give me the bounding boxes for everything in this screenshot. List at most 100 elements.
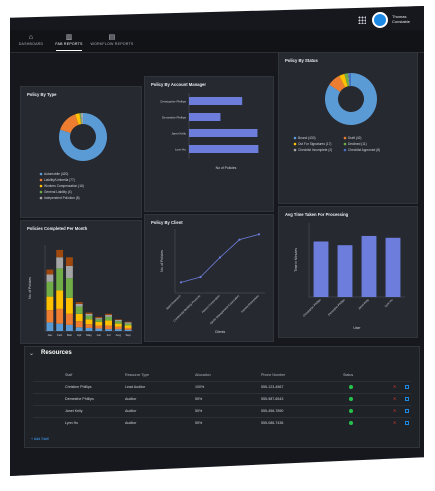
x-axis-label: Clients (215, 330, 226, 334)
delete-icon[interactable]: ✕ (393, 397, 396, 401)
table-icon: ▤ (108, 34, 116, 41)
table-cell: Janet Kelly (65, 409, 83, 413)
edit-icon[interactable] (405, 409, 409, 413)
bar-segment (95, 325, 103, 329)
bar (189, 113, 221, 121)
edit-icon[interactable] (405, 385, 409, 389)
category-label: Demesthe Phillips (162, 116, 187, 120)
legend-marker (39, 172, 43, 176)
bar-segment (75, 303, 83, 307)
chart-icon: ▥ (65, 34, 73, 41)
row-divider (33, 405, 411, 406)
col-status: Status (343, 373, 354, 377)
legend-label: Liability/Umbrella (77) (44, 178, 75, 182)
table-cell: 50% (195, 421, 203, 425)
delete-icon[interactable]: ✕ (393, 421, 396, 425)
bar-segment (105, 313, 112, 316)
bar-segment (66, 324, 73, 331)
y-axis-label: Time in Minutes (294, 248, 298, 272)
legend-marker (39, 196, 43, 200)
table-cell: Christine Phillips (65, 385, 92, 389)
nav-workflow-reports[interactable]: ▤ WORKFLOW REPORTS (90, 34, 134, 46)
bar-segment (56, 249, 64, 258)
edit-icon[interactable] (405, 421, 409, 425)
y-axis-label: No. of Policies (28, 277, 32, 299)
nav-fab-reports-label: FAB REPORTS (55, 42, 83, 46)
bar-segment (56, 323, 64, 331)
bar-segment (114, 321, 122, 324)
data-point (238, 238, 241, 241)
data-point (218, 256, 222, 259)
row-divider (33, 417, 411, 418)
bar-segment (114, 323, 122, 327)
bar-segment (75, 313, 83, 322)
policy-client-line-chart: Baird ResearchContinental Building Produ… (160, 229, 265, 334)
bar-segment (95, 319, 103, 322)
bar-segment (66, 278, 73, 298)
bar-segment (66, 257, 73, 266)
table-cell: 555-987-6543 (261, 397, 284, 401)
x-axis-label: User (353, 326, 361, 330)
bar-segment (85, 313, 93, 316)
table-cell: 555-456-7890 (261, 409, 284, 413)
bar-segment (75, 302, 83, 304)
user-avatar-icon[interactable] (372, 12, 388, 28)
bar-segment (46, 322, 54, 331)
category-label: Apr (77, 333, 82, 337)
card-policies-per-month: Policies Completed Per Month Jan Feb Mar Ap… (20, 220, 142, 344)
chevron-down-icon[interactable]: ⌄ (29, 350, 34, 357)
table-cell: Auditor (125, 397, 137, 401)
card-policy-by-type: Policy By Type Automobile (420) Liability… (20, 86, 142, 218)
bar-segment (114, 329, 122, 331)
user-name[interactable]: Thomas Constable (392, 14, 416, 24)
bar-segment (114, 326, 122, 330)
bar-segment (66, 297, 73, 314)
bar-segment (56, 290, 64, 309)
table-cell: 100% (195, 385, 205, 389)
bar-segment (114, 319, 122, 322)
bar-segment (114, 319, 122, 320)
app-window: Thomas Constable ⌂ DASHBOARD ▥ FAB REPOR… (10, 6, 424, 476)
legend-label: Out For Signatures (17) (298, 142, 331, 146)
row-divider (33, 381, 411, 382)
bar (313, 241, 329, 297)
status-active-icon (349, 385, 353, 389)
bar-segment (105, 320, 112, 326)
bar-segment (95, 318, 103, 320)
category-label: Sep (125, 333, 131, 337)
bar (361, 235, 377, 297)
col-phone: Phone Number (261, 373, 286, 377)
avg-time-bar-chart: Christopher Phillips Demesthe Phillips Jan… (294, 223, 405, 330)
apps-grid-icon[interactable] (358, 16, 366, 24)
category-label: Aug (116, 333, 122, 337)
policy-status-donut-chart: Bound (430) Draft (42) Out For Signatures … (293, 73, 380, 152)
bar (385, 237, 401, 297)
legend-label: Declined (11) (348, 142, 367, 146)
nav-dashboard[interactable]: ⌂ DASHBOARD (14, 34, 48, 46)
resources-title: Resources (41, 350, 72, 356)
category-label: Lynn Hu (175, 148, 186, 152)
nav-fab-reports[interactable]: ▥ FAB REPORTS (52, 34, 86, 51)
legend-label: Independent Pollution (8) (44, 196, 80, 200)
bar-segment (124, 325, 132, 328)
edit-icon[interactable] (405, 397, 409, 401)
home-icon: ⌂ (28, 34, 34, 41)
bar (189, 129, 258, 137)
delete-icon[interactable]: ✕ (393, 385, 396, 389)
table-cell: Lead Auditor (125, 385, 146, 389)
legend-label: Checklist Approved (8) (348, 148, 380, 152)
top-bar: Thomas Constable (10, 6, 424, 30)
category-label: May (86, 333, 92, 337)
legend-marker (39, 184, 43, 188)
bar-segment (75, 321, 83, 328)
data-point (179, 281, 183, 284)
bar-segment (85, 319, 93, 325)
legend-label: Bound (430) (298, 136, 316, 140)
delete-icon[interactable]: ✕ (393, 409, 396, 413)
legend-marker (39, 190, 43, 194)
category-label: Feb (57, 333, 63, 337)
add-staff-link[interactable]: + Add Staff (31, 437, 49, 441)
legend-marker (293, 148, 297, 152)
table-cell: 555-123-4567 (261, 385, 284, 389)
col-staff: Staff (65, 373, 73, 377)
